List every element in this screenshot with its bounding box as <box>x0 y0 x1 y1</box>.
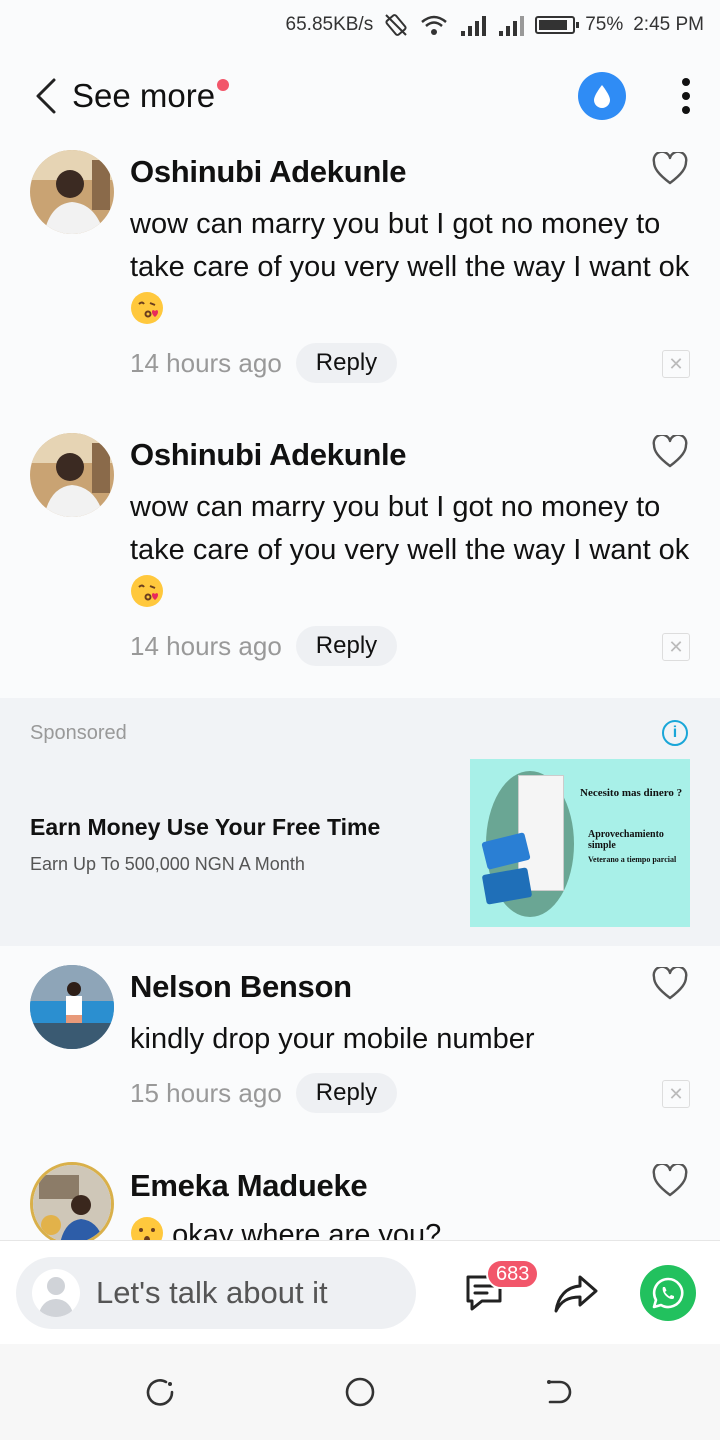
heart-icon[interactable] <box>652 435 688 469</box>
water-drop-icon <box>594 85 610 108</box>
share-icon[interactable] <box>552 1271 600 1315</box>
recent-apps-icon[interactable] <box>144 1376 176 1408</box>
whatsapp-share-button[interactable] <box>640 1265 696 1321</box>
comment-item: Emeka Madueke okay where are you? <box>0 1162 720 1240</box>
comment-meta: 14 hours ago Reply <box>130 626 398 666</box>
ad-image-text: Veterano a tiempo parcial <box>588 855 677 864</box>
comment-text-block: kindly drop your mobile number <box>130 1018 690 1061</box>
commenter-name[interactable]: Oshinubi Adekunle <box>130 437 407 473</box>
network-speed: 65.85KB/s <box>285 14 374 35</box>
signal-icon-2 <box>499 16 525 36</box>
commenter-name[interactable]: Oshinubi Adekunle <box>130 154 407 190</box>
signal-icon <box>461 16 487 36</box>
comment-text: wow can marry you but I got no money to … <box>130 491 690 566</box>
wifi-icon <box>421 15 448 35</box>
comment-text: kindly drop your mobile number <box>130 1023 535 1055</box>
comment-input-placeholder: Let's talk about it <box>96 1275 328 1310</box>
status-icons <box>383 12 580 38</box>
see-more-label: See more <box>72 77 216 114</box>
close-icon[interactable]: ✕ <box>662 633 690 661</box>
notification-dot <box>217 79 230 91</box>
comment-meta: 15 hours ago Reply <box>130 1073 398 1113</box>
commenter-name[interactable]: Emeka Madueke <box>130 1168 368 1204</box>
ad-title[interactable]: Earn Money Use Your Free Time <box>30 814 380 841</box>
avatar[interactable] <box>30 150 114 234</box>
status-bar: 65.85KB/s 75% 2:45 PM <box>0 0 720 50</box>
hushed-face-emoji-icon <box>131 1217 163 1240</box>
comment-text: wow can marry you but I got no money to … <box>130 208 690 283</box>
heart-icon[interactable] <box>652 152 688 186</box>
comment-time: 14 hours ago <box>130 347 282 378</box>
comment-time: 15 hours ago <box>130 1077 282 1108</box>
system-nav-bar <box>0 1344 720 1440</box>
header: See more <box>0 50 720 142</box>
sponsored-ad[interactable]: Sponsored i Earn Money Use Your Free Tim… <box>0 698 720 946</box>
kiss-emoji-icon <box>131 292 163 324</box>
ad-subtitle: Earn Up To 500,000 NGN A Month <box>30 854 305 874</box>
comment-count-badge: 683 <box>486 1259 540 1289</box>
reply-button[interactable]: Reply <box>295 343 398 383</box>
water-drop-button[interactable] <box>578 72 626 120</box>
ad-image[interactable]: Necesito mas dinero ? Aprovechamiento si… <box>470 759 690 927</box>
close-icon[interactable]: ✕ <box>662 1080 690 1108</box>
ad-image-text: Aprovechamiento simple <box>588 829 664 851</box>
battery-icon <box>535 16 580 34</box>
sponsored-label: Sponsored <box>30 722 127 744</box>
back-icon[interactable] <box>544 1376 576 1408</box>
battery-percent: 75% <box>585 14 624 35</box>
comment-text-block: wow can marry you but I got no money to … <box>130 486 690 615</box>
comment-input[interactable]: Let's talk about it <box>16 1257 416 1329</box>
reply-button[interactable]: Reply <box>295 626 398 666</box>
heart-icon[interactable] <box>652 1164 688 1198</box>
home-icon[interactable] <box>344 1376 376 1408</box>
comment-text-block: okay where are you? <box>130 1214 690 1240</box>
back-arrow-icon[interactable] <box>34 76 66 116</box>
avatar[interactable] <box>30 965 114 1049</box>
vibrate-icon <box>385 14 407 36</box>
reply-button[interactable]: Reply <box>295 1073 398 1113</box>
heart-icon[interactable] <box>652 967 688 1001</box>
avatar[interactable] <box>30 433 114 517</box>
kiss-emoji-icon <box>131 575 163 607</box>
ad-image-text: Necesito mas dinero ? <box>580 787 683 799</box>
avatar[interactable] <box>30 1162 114 1240</box>
comment-time: 14 hours ago <box>130 630 282 661</box>
close-icon[interactable]: ✕ <box>662 350 690 378</box>
clock: 2:45 PM <box>633 14 704 35</box>
user-avatar-icon <box>32 1269 80 1317</box>
commenter-name[interactable]: Nelson Benson <box>130 969 352 1005</box>
comment-text-block: wow can marry you but I got no money to … <box>130 203 690 332</box>
comment-meta: 14 hours ago Reply <box>130 343 398 383</box>
more-options-button[interactable] <box>676 74 696 118</box>
see-more-title[interactable]: See more <box>72 77 230 115</box>
whatsapp-icon <box>652 1277 684 1309</box>
info-icon[interactable]: i <box>662 720 688 746</box>
comment-text: okay where are you? <box>172 1219 442 1240</box>
comment-input-bar: Let's talk about it 683 <box>0 1240 720 1344</box>
